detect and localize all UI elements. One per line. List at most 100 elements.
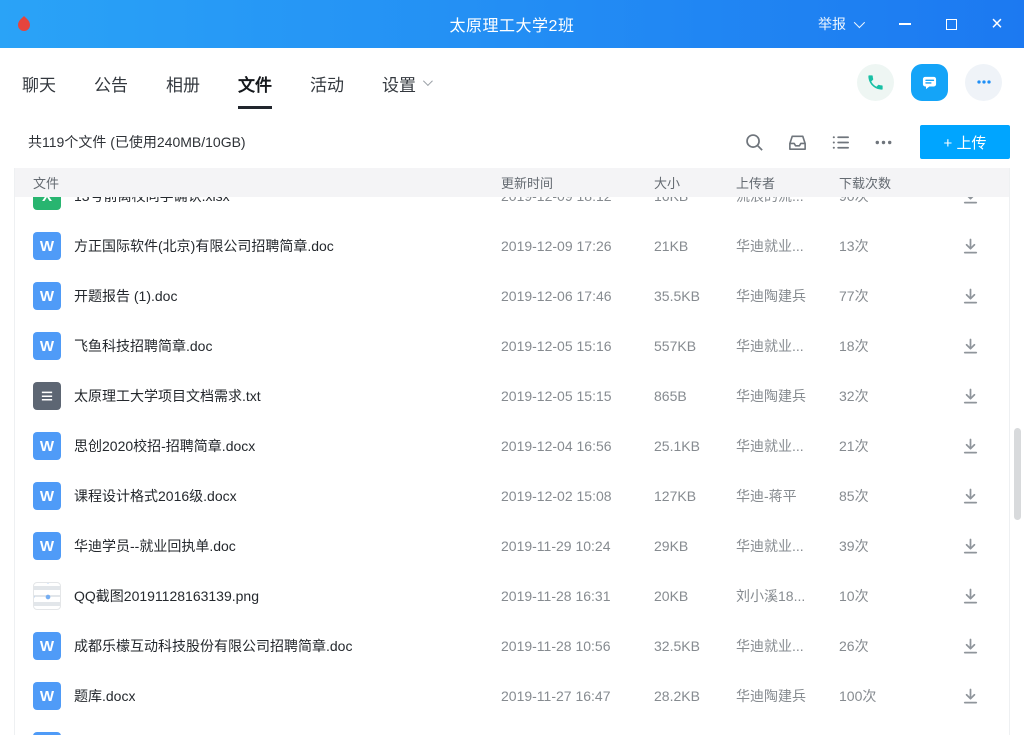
file-name: 飞鱼科技招聘简章.doc: [74, 336, 212, 356]
file-size: 29KB: [654, 538, 736, 554]
group-message-button[interactable]: [911, 64, 948, 101]
app-logo-icon: [16, 15, 32, 33]
download-icon[interactable]: [960, 636, 981, 657]
tab-bar: 聊天 公告 相册 文件 活动 设置: [0, 48, 1024, 116]
download-icon[interactable]: [960, 236, 981, 257]
file-type-icon: [33, 482, 61, 510]
file-uploader: 华迪就业...: [736, 636, 839, 656]
more-actions-button[interactable]: [965, 64, 1002, 101]
voice-call-button[interactable]: [857, 64, 894, 101]
file-size: 20KB: [654, 588, 736, 604]
tab-settings[interactable]: 设置: [382, 48, 430, 116]
scrollbar-thumb[interactable]: [1014, 428, 1021, 520]
file-name: 课程设计格式2016级.docx: [74, 486, 237, 506]
file-table: 文件 更新时间 大小 上传者 下载次数 13号前离校同学确认.xlsx 2019…: [14, 168, 1010, 735]
file-type-icon: [33, 632, 61, 660]
header-downloads: 下载次数: [839, 173, 931, 192]
tab-label: 聊天: [22, 69, 56, 96]
file-size: 25.1KB: [654, 438, 736, 454]
file-uploader: 华迪陶建兵: [736, 386, 839, 406]
file-updated-time: 2019-12-09 17:26: [501, 238, 654, 254]
download-icon[interactable]: [960, 286, 981, 307]
file-name: 成都乐檬互动科技股份有限公司招聘简章.doc: [74, 636, 352, 656]
table-row[interactable]: 飞鱼科技招聘简章.doc 2019-12-05 15:16 557KB 华迪就业…: [15, 321, 1009, 371]
minimize-button[interactable]: [894, 13, 916, 35]
window-titlebar: 太原理工大学2班 举报 ×: [0, 0, 1024, 48]
file-download-count: 39次: [839, 536, 931, 556]
table-row[interactable]: 华迪学员--就业回执单.doc 2019-11-29 10:24 29KB 华迪…: [15, 521, 1009, 571]
header-updated: 更新时间: [501, 173, 654, 192]
file-download-count: 21次: [839, 436, 931, 456]
file-uploader: 华迪就业...: [736, 236, 839, 256]
toolbar-more-icon[interactable]: [873, 132, 894, 153]
download-icon[interactable]: [960, 197, 981, 207]
table-row[interactable]: 题库.docx 2019-11-27 16:47 28.2KB 华迪陶建兵 10…: [15, 671, 1009, 721]
download-icon[interactable]: [960, 336, 981, 357]
table-row[interactable]: 开题报告 (1).doc 2019-12-06 17:46 35.5KB 华迪陶…: [15, 271, 1009, 321]
file-type-icon: [33, 682, 61, 710]
file-type-icon: [33, 197, 61, 210]
tab-album[interactable]: 相册: [166, 48, 200, 116]
report-button[interactable]: 举报: [818, 14, 862, 34]
download-icon[interactable]: [960, 386, 981, 407]
file-size: 32.5KB: [654, 638, 736, 654]
close-icon: ×: [991, 14, 1003, 34]
tab-announcement[interactable]: 公告: [94, 48, 128, 116]
search-icon[interactable]: [744, 132, 765, 153]
close-button[interactable]: ×: [986, 13, 1008, 35]
header-file: 文件: [33, 173, 501, 192]
tab-label: 文件: [238, 69, 272, 96]
file-count-summary: 共119个文件 (已使用240MB/10GB): [28, 132, 246, 152]
file-updated-time: 2019-12-09 18:12: [501, 197, 654, 204]
table-row[interactable]: 太原理工大学项目文档需求.txt 2019-12-05 15:15 865B 华…: [15, 371, 1009, 421]
phone-icon: [866, 73, 885, 92]
file-type-icon: [33, 432, 61, 460]
table-row[interactable]: [15, 721, 1009, 735]
download-icon[interactable]: [960, 536, 981, 557]
file-download-count: 77次: [839, 286, 931, 306]
file-name: 思创2020校招-招聘简章.docx: [74, 436, 255, 456]
file-name: 题库.docx: [74, 686, 135, 706]
file-download-count: 100次: [839, 686, 931, 706]
tab-label: 相册: [166, 69, 200, 96]
file-size: 16KB: [654, 197, 736, 204]
download-manager-icon[interactable]: [787, 132, 808, 153]
file-list: 13号前离校同学确认.xlsx 2019-12-09 18:12 16KB 流浪…: [15, 197, 1009, 735]
file-name: 13号前离校同学确认.xlsx: [74, 197, 230, 206]
file-name: 华迪学员--就业回执单.doc: [74, 536, 236, 556]
download-icon[interactable]: [960, 436, 981, 457]
download-icon[interactable]: [960, 686, 981, 707]
maximize-button[interactable]: [940, 13, 962, 35]
file-name: 太原理工大学项目文档需求.txt: [74, 386, 261, 406]
table-row[interactable]: 成都乐檬互动科技股份有限公司招聘简章.doc 2019-11-28 10:56 …: [15, 621, 1009, 671]
tab-files[interactable]: 文件: [238, 48, 272, 116]
file-type-icon: [33, 532, 61, 560]
file-name: 方正国际软件(北京)有限公司招聘简章.doc: [74, 236, 334, 256]
table-row[interactable]: 13号前离校同学确认.xlsx 2019-12-09 18:12 16KB 流浪…: [15, 197, 1009, 221]
table-row[interactable]: QQ截图20191128163139.png 2019-11-28 16:31 …: [15, 571, 1009, 621]
file-updated-time: 2019-12-02 15:08: [501, 488, 654, 504]
file-uploader: 华迪就业...: [736, 436, 839, 456]
list-view-icon[interactable]: [830, 132, 851, 153]
download-icon[interactable]: [960, 586, 981, 607]
file-uploader: 华迪陶建兵: [736, 686, 839, 706]
file-size: 127KB: [654, 488, 736, 504]
file-size: 865B: [654, 388, 736, 404]
table-row[interactable]: 方正国际软件(北京)有限公司招聘简章.doc 2019-12-09 17:26 …: [15, 221, 1009, 271]
file-size: 557KB: [654, 338, 736, 354]
chevron-down-icon: [854, 17, 865, 28]
file-size: 28.2KB: [654, 688, 736, 704]
file-download-count: 32次: [839, 386, 931, 406]
tab-chat[interactable]: 聊天: [22, 48, 56, 116]
table-row[interactable]: 课程设计格式2016级.docx 2019-12-02 15:08 127KB …: [15, 471, 1009, 521]
report-label: 举报: [818, 14, 846, 34]
upload-button[interactable]: + 上传: [920, 125, 1010, 159]
file-updated-time: 2019-11-28 16:31: [501, 588, 654, 604]
file-uploader: 华迪就业...: [736, 336, 839, 356]
file-updated-time: 2019-11-29 10:24: [501, 538, 654, 554]
file-toolbar: 共119个文件 (已使用240MB/10GB) + 上传: [0, 116, 1024, 168]
file-type-icon: [33, 582, 61, 610]
download-icon[interactable]: [960, 486, 981, 507]
table-row[interactable]: 思创2020校招-招聘简章.docx 2019-12-04 16:56 25.1…: [15, 421, 1009, 471]
tab-activity[interactable]: 活动: [310, 48, 344, 116]
